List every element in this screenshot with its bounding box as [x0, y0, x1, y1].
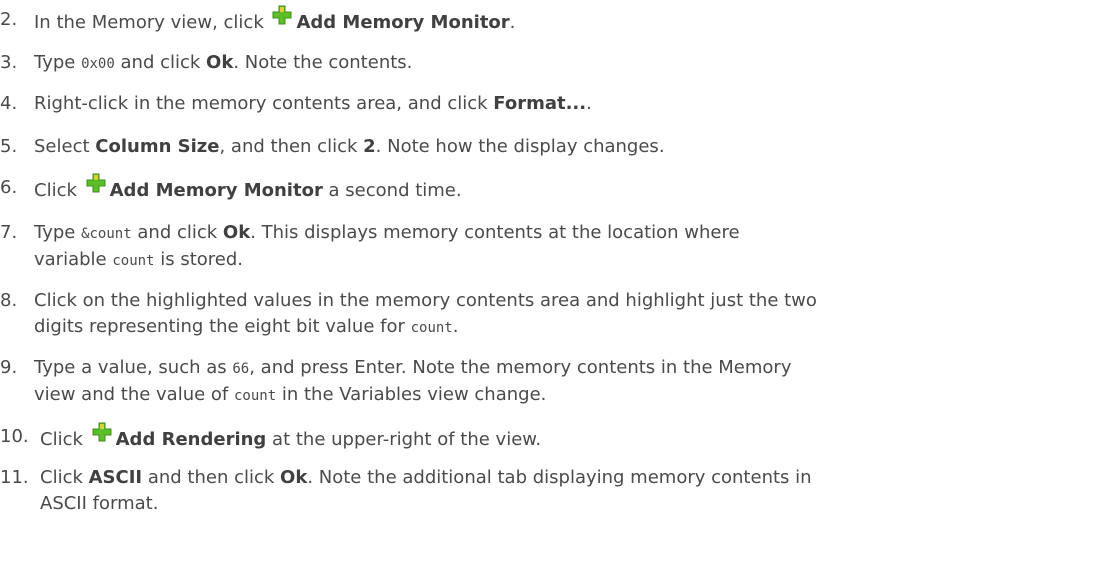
- ui-label: Ok: [280, 467, 308, 488]
- step-number: 10.: [0, 426, 29, 447]
- code-snippet: count: [112, 253, 155, 269]
- step-text: Click Add Rendering at the upper-right o…: [40, 422, 1110, 453]
- step-text-run: . Note the additional tab displaying mem…: [307, 467, 812, 488]
- step-text: Right-click in the memory contents area,…: [34, 91, 1110, 117]
- step-number: 6.: [0, 177, 18, 198]
- step-text-run: variable: [34, 249, 113, 270]
- step-text-run: . This displays memory contents at the l…: [250, 222, 740, 243]
- add-icon: [271, 5, 293, 29]
- step-text: Type a value, such as 66, and press Ente…: [34, 355, 1110, 409]
- step-text-run: view and the value of: [34, 384, 234, 405]
- step-number: 3.: [0, 52, 18, 73]
- step-text-run: digits representing the eight bit value …: [34, 316, 411, 337]
- add-icon: [91, 422, 113, 446]
- step-text-run: .: [509, 12, 516, 33]
- step-number: 7.: [0, 222, 18, 243]
- ui-label: Ok: [222, 222, 251, 243]
- step-text-run: .: [452, 316, 459, 337]
- add-icon: [85, 173, 107, 197]
- ui-label: Format...: [493, 93, 587, 114]
- step-text-run: Click on the highlighted values in the m…: [34, 290, 817, 311]
- step-text: Click Add Memory Monitor a second time.: [34, 173, 1110, 204]
- step-text-run: , and press Enter. Note the memory conte…: [249, 357, 792, 378]
- step-number: 2.: [0, 9, 18, 30]
- step-text-run: .: [586, 93, 592, 114]
- ui-label: Column Size: [95, 136, 220, 157]
- instructions-document: 2. In the Memory view, click Add Memory …: [0, 0, 1114, 562]
- ui-label: Add Rendering: [115, 429, 267, 450]
- code-snippet: count: [410, 320, 453, 336]
- code-snippet: 66: [232, 361, 250, 377]
- step-text-run: In the Memory view, click: [34, 12, 270, 33]
- step-text-run: Right-click in the memory contents area,…: [34, 93, 494, 114]
- step-number: 9.: [0, 357, 18, 378]
- step-text: Select Column Size, and then click 2. No…: [34, 134, 1110, 160]
- ui-label: 2: [363, 136, 376, 157]
- step-text-run: and click: [131, 222, 223, 243]
- step-text-run: Type: [34, 222, 82, 243]
- code-snippet: &count: [81, 226, 132, 242]
- step-number: 4.: [0, 93, 18, 114]
- step-text-run: Click: [40, 467, 89, 488]
- step-text: Type 0x00 and click Ok. Note the content…: [34, 50, 1110, 77]
- step-text-run: Select: [34, 136, 96, 157]
- step-text-run: Click: [34, 180, 83, 201]
- step-text-run: , and then click: [219, 136, 364, 157]
- step-text: In the Memory view, click Add Memory Mon…: [34, 5, 1110, 36]
- step-number: 5.: [0, 136, 18, 157]
- step-text-run: in the Variables view change.: [276, 384, 547, 405]
- step-text-run: ASCII format.: [40, 493, 159, 514]
- step-text: Type &count and click Ok. This displays …: [34, 220, 1110, 274]
- step-number: 11.: [0, 467, 29, 488]
- step-text-run: . Note how the display changes.: [375, 136, 665, 157]
- code-snippet: 0x00: [81, 56, 115, 72]
- step-text-run: . Note the contents.: [233, 52, 413, 73]
- step-text-run: is stored.: [154, 249, 243, 270]
- step-number: 8.: [0, 290, 18, 311]
- step-text-run: and click: [114, 52, 207, 73]
- step-text-run: Type a value, such as: [34, 357, 233, 378]
- ui-label: Ok: [206, 52, 234, 73]
- step-text-run: at the upper-right of the view.: [266, 429, 542, 450]
- ui-label: Add Memory Monitor: [109, 180, 323, 201]
- step-text: Click on the highlighted values in the m…: [34, 288, 1110, 341]
- step-text-run: and then click: [142, 467, 281, 488]
- ui-label: ASCII: [88, 467, 143, 488]
- step-text-run: Type: [34, 52, 82, 73]
- step-text-run: a second time.: [322, 180, 462, 201]
- step-text-run: Click: [40, 429, 89, 450]
- code-snippet: count: [233, 388, 277, 404]
- step-text: Click ASCII and then click Ok. Note the …: [40, 465, 1110, 517]
- ui-label: Add Memory Monitor: [296, 12, 510, 33]
